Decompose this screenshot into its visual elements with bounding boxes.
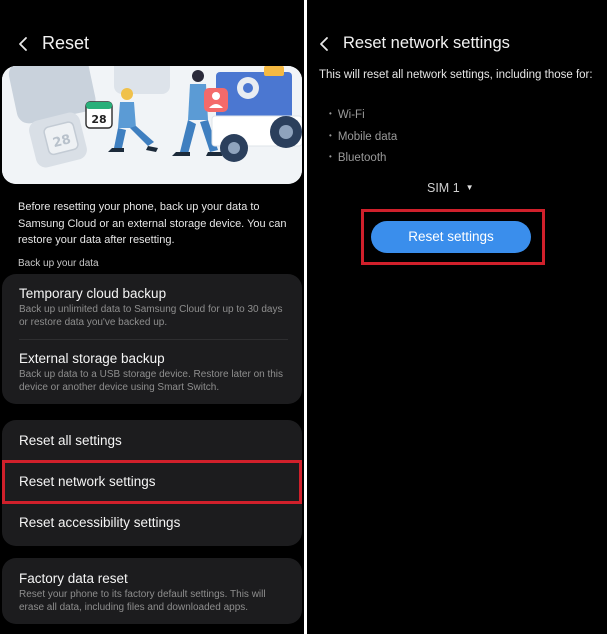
item-description: Reset your phone to its factory default …	[19, 589, 266, 613]
chevron-left-icon[interactable]	[16, 35, 32, 53]
page-title: Reset network settings	[343, 34, 510, 52]
list-item: Wi-Fi	[329, 104, 397, 126]
item-description: Back up data to a USB storage device. Re…	[19, 369, 284, 393]
item-title: External storage backup	[19, 351, 165, 366]
highlight-box	[2, 460, 302, 504]
item-title: Factory data reset	[19, 571, 128, 586]
svg-text:28: 28	[91, 113, 106, 126]
reset-illustration: 28 28	[2, 66, 302, 184]
sim-selector-label: SIM 1	[427, 181, 460, 195]
reset-network-settings-screen: Reset network settings This will reset a…	[307, 0, 607, 634]
section-label: Back up your data	[18, 258, 99, 269]
highlight-box	[361, 209, 545, 265]
description-text: This will reset all network settings, in…	[319, 69, 593, 81]
factory-data-reset-item[interactable]: Factory data reset Reset your phone to i…	[19, 571, 290, 614]
chevron-left-icon[interactable]	[317, 35, 333, 53]
header: Reset network settings	[307, 30, 607, 58]
caret-down-icon: ▼	[465, 183, 474, 192]
status-bar	[307, 0, 607, 10]
header: Reset	[0, 30, 304, 58]
list-item: Bluetooth	[329, 147, 397, 169]
factory-reset-card: Factory data reset Reset your phone to i…	[2, 558, 302, 624]
calendar-icon: 28	[85, 101, 113, 129]
item-title: Reset accessibility settings	[19, 515, 181, 530]
item-description: Back up unlimited data to Samsung Cloud …	[19, 304, 283, 328]
network-settings-list: Wi-Fi Mobile data Bluetooth	[329, 104, 397, 169]
status-bar	[0, 0, 304, 10]
item-title: Temporary cloud backup	[19, 286, 167, 301]
item-title: Reset all settings	[19, 433, 122, 448]
intro-text: Before resetting your phone, back up you…	[18, 201, 287, 246]
reset-accessibility-settings-item[interactable]: Reset accessibility settings	[19, 515, 290, 530]
list-item: Mobile data	[329, 126, 397, 148]
page-title: Reset	[42, 33, 90, 53]
sim-selector[interactable]: SIM 1 ▼	[427, 181, 474, 195]
backup-card: Temporary cloud backup Back up unlimited…	[2, 274, 302, 404]
temporary-cloud-backup-item[interactable]: Temporary cloud backup Back up unlimited…	[19, 286, 290, 329]
reset-screen: Reset 28 28 Before resetting your phone,…	[0, 0, 304, 634]
reset-all-settings-item[interactable]: Reset all settings	[19, 433, 290, 448]
calendar-icon-faded: 28	[43, 121, 79, 156]
external-storage-backup-item[interactable]: External storage backup Back up data to …	[19, 351, 290, 394]
divider	[19, 339, 288, 340]
